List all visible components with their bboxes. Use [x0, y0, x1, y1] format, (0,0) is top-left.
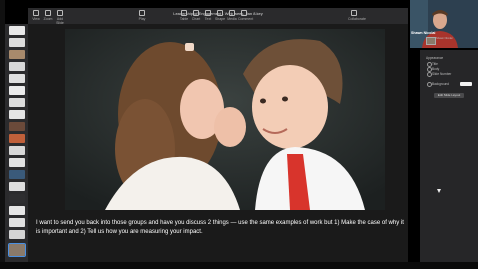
participant-video-frame — [410, 0, 478, 48]
format-inspector: Shawn Nicolai Appearance Title Body Slid… — [420, 37, 478, 262]
media-icon — [229, 10, 235, 16]
caption-text: I want to send you back into those group… — [36, 220, 404, 235]
slide-thumbnail[interactable] — [9, 74, 25, 83]
slide-thumbnail[interactable] — [9, 134, 25, 143]
slide-thumbnail[interactable] — [9, 38, 25, 47]
slide-photo[interactable] — [65, 29, 385, 210]
text-button[interactable]: Text — [202, 10, 214, 21]
chart-icon — [193, 10, 199, 16]
table-button[interactable]: Table — [178, 10, 190, 21]
title-option-label: Title — [432, 62, 438, 66]
add-slide-button[interactable]: Add Slide — [54, 10, 66, 25]
slide-thumbnail[interactable] — [9, 26, 25, 35]
slide-thumbnail[interactable] — [9, 230, 25, 239]
body-option-label: Body — [432, 67, 440, 71]
zoom-button[interactable]: Zoom — [42, 10, 54, 21]
slide-thumbnail[interactable] — [9, 122, 25, 131]
slide-thumbnail-selected[interactable] — [8, 243, 26, 257]
slide-thumbnail[interactable] — [9, 110, 25, 119]
slide-thumbnail[interactable] — [9, 86, 25, 95]
participant-name: Shawn Nicolai — [411, 31, 436, 35]
slide-thumbnail[interactable] — [9, 206, 25, 215]
app-window: Leadership of Engagement - Web week, Jan… — [0, 0, 478, 269]
appearance-heading: Appearance — [426, 56, 444, 60]
slide-thumbnail[interactable] — [9, 146, 25, 155]
comment-icon — [241, 10, 247, 16]
self-video-label: Shawn Nicolai — [436, 37, 453, 40]
slide-navigator — [5, 24, 28, 262]
chart-button[interactable]: Chart — [190, 10, 202, 21]
view-icon — [33, 10, 39, 16]
media-button[interactable]: Media — [226, 10, 238, 21]
slide-thumbnail[interactable] — [9, 218, 25, 227]
slide-thumbnail[interactable] — [9, 170, 25, 179]
edit-slide-layout-button[interactable]: Edit Slide Layout — [434, 93, 464, 98]
background-label: Background — [432, 82, 450, 86]
slide-thumbnail[interactable] — [9, 158, 25, 167]
collaborate-icon — [351, 10, 357, 16]
table-icon — [181, 10, 187, 16]
background-color-well[interactable] — [460, 82, 472, 86]
play-icon — [139, 10, 145, 16]
slide-thumbnail[interactable] — [9, 62, 25, 71]
slide-thumbnail[interactable] — [9, 50, 25, 59]
comment-button[interactable]: Comment — [238, 10, 253, 21]
collaborate-button[interactable]: Collaborate — [348, 10, 366, 21]
self-video-thumbnail — [426, 37, 436, 45]
play-button[interactable]: Play — [136, 10, 148, 21]
participant-video — [410, 0, 478, 48]
slide-number-option-label: Slide Number — [432, 72, 452, 76]
shape-button[interactable]: Shape — [214, 10, 226, 21]
zoom-icon — [45, 10, 51, 16]
add-slide-icon — [57, 10, 63, 16]
toolbar: Leadership of Engagement - Web week, Jan… — [28, 8, 408, 25]
shape-icon — [217, 10, 223, 16]
text-icon — [205, 10, 211, 16]
children-whispering-image — [65, 29, 385, 210]
slide-thumbnail[interactable] — [9, 98, 25, 107]
slide-thumbnail[interactable] — [9, 182, 25, 191]
mouse-cursor — [437, 189, 441, 193]
slide-thumbnail[interactable] — [9, 194, 25, 203]
bottom-bar — [0, 262, 478, 269]
view-button[interactable]: View — [30, 10, 42, 21]
